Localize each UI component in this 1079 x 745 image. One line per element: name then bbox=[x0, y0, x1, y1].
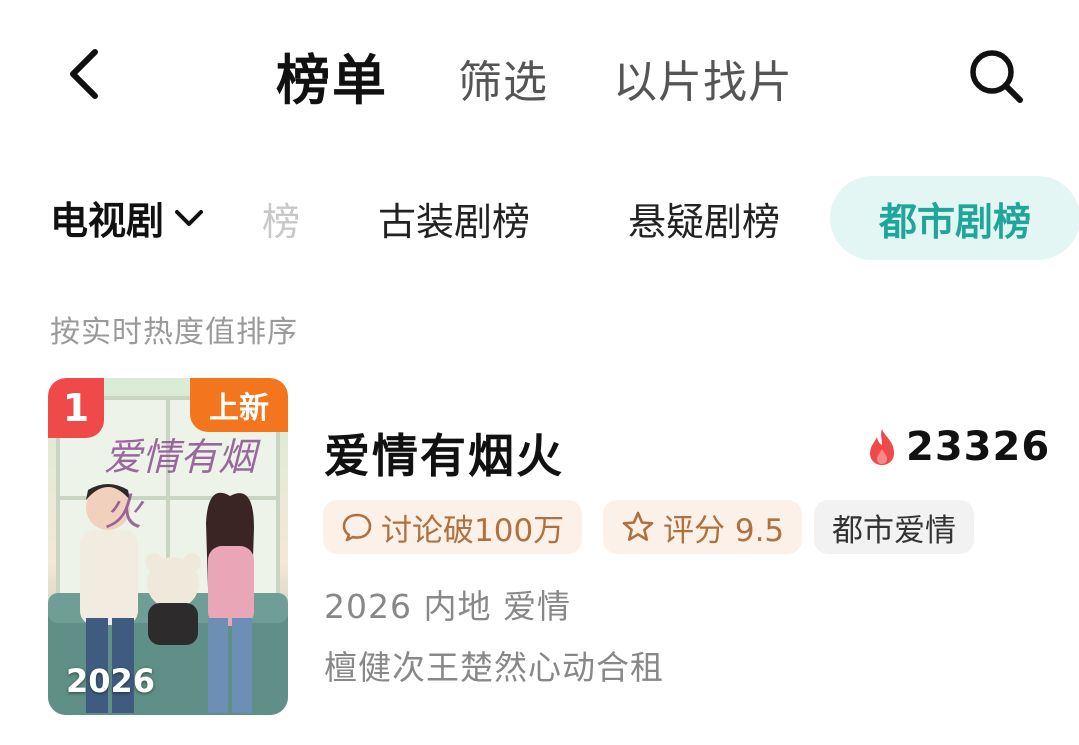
chevron-left-icon bbox=[70, 49, 98, 99]
poster-image[interactable]: 爱情有烟火 1 上新 2026 bbox=[48, 378, 288, 715]
genre-tag[interactable]: 都市爱情 bbox=[814, 500, 974, 554]
page-title[interactable]: 榜单 bbox=[276, 36, 388, 115]
tab-filter[interactable]: 筛选 bbox=[458, 46, 548, 110]
chart-chip-partial[interactable]: 榜 bbox=[262, 176, 300, 260]
category-selector-label: 电视剧 bbox=[50, 199, 165, 243]
tab-find-by-film[interactable]: 以片找片 bbox=[613, 46, 793, 110]
meta-info: 2026 内地 爱情 bbox=[324, 587, 571, 626]
search-icon bbox=[970, 50, 1023, 103]
category-selector[interactable]: 电视剧 bbox=[50, 190, 204, 245]
chevron-down-icon bbox=[175, 209, 204, 226]
heat-score: 23326 bbox=[866, 424, 1050, 470]
search-button[interactable] bbox=[960, 40, 1032, 112]
chart-chip-suspense[interactable]: 悬疑剧榜 bbox=[628, 176, 780, 260]
drama-title[interactable]: 爱情有烟火 bbox=[324, 420, 564, 486]
discussion-tag[interactable]: 讨论破100万 bbox=[323, 500, 583, 554]
fire-icon bbox=[870, 429, 894, 465]
score-tag-label: 评分 9.5 bbox=[663, 512, 785, 549]
heat-value: 23326 bbox=[906, 424, 1051, 470]
new-badge: 上新 bbox=[190, 378, 288, 432]
rank-badge: 1 bbox=[48, 378, 104, 438]
description: 檀健次王楚然心动合租 bbox=[324, 648, 664, 687]
back-button[interactable] bbox=[56, 42, 112, 106]
poster-title-art: 爱情有烟火 bbox=[104, 435, 257, 534]
score-tag[interactable]: 评分 9.5 bbox=[603, 500, 803, 554]
sort-hint: 按实时热度值排序 bbox=[50, 315, 298, 350]
chart-chip-urban[interactable]: 都市剧榜 bbox=[830, 176, 1079, 260]
discussion-tag-label: 讨论破100万 bbox=[381, 512, 565, 549]
chart-chip-costume[interactable]: 古装剧榜 bbox=[378, 176, 530, 260]
poster-year: 2026 bbox=[66, 662, 156, 700]
star-icon bbox=[622, 511, 654, 541]
comment-icon bbox=[342, 513, 372, 542]
